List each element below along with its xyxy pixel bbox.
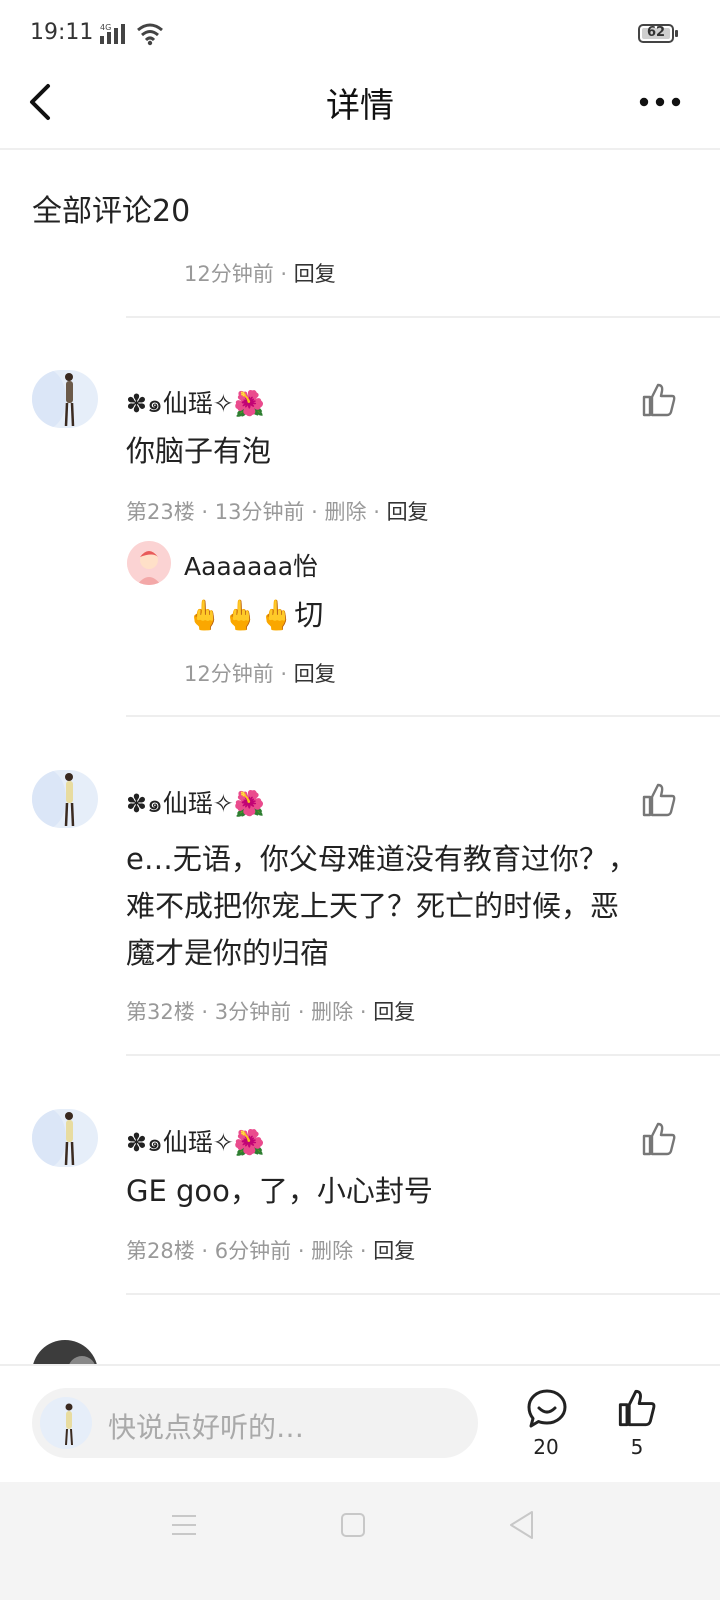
comment-divider xyxy=(126,316,720,318)
reply-time: 12分钟前 xyxy=(184,262,274,286)
reply-link[interactable]: 回复 xyxy=(373,1239,415,1263)
battery-icon: 62 xyxy=(638,24,674,43)
comment-text: GE goo，了，小心封号 xyxy=(126,1168,433,1215)
comment-time: 13分钟前 xyxy=(214,500,305,524)
menu-icon[interactable] xyxy=(171,1513,197,1541)
thumbs-up-icon xyxy=(642,783,676,817)
reply-link[interactable]: 回复 xyxy=(373,1000,415,1024)
reply-link[interactable]: 回复 xyxy=(387,500,429,524)
post-like-button[interactable] xyxy=(617,1388,657,1432)
home-square-icon[interactable] xyxy=(340,1512,366,1542)
wifi-icon xyxy=(136,22,164,50)
like-button[interactable] xyxy=(641,782,677,818)
like-count: 5 xyxy=(630,1435,644,1459)
delete-link[interactable]: 删除 xyxy=(325,500,367,524)
thumbs-up-icon xyxy=(642,1122,676,1156)
reply-link[interactable]: 回复 xyxy=(294,662,336,686)
comment-divider xyxy=(126,1054,720,1056)
comment-line: 难不成把你宠上天了？死亡的时候，恶 xyxy=(126,889,620,923)
battery-level: 62 xyxy=(646,25,666,40)
comment-time: 6分钟前 xyxy=(214,1239,292,1263)
floor-label: 第32楼 xyxy=(126,1000,195,1024)
reply-meta: 12分钟前 · 回复 xyxy=(184,662,336,686)
thumbs-up-icon xyxy=(642,383,676,417)
cellular-signal-icon: 4G xyxy=(100,22,130,50)
reply-username[interactable]: Aaaaaaa怡 xyxy=(184,547,318,583)
comment-input-placeholder[interactable]: 快说点好听的… xyxy=(108,1406,304,1446)
like-button[interactable] xyxy=(641,382,677,418)
thumbs-up-icon xyxy=(618,1389,656,1427)
bottom-bar-divider xyxy=(0,1364,720,1366)
avatar[interactable] xyxy=(32,770,98,828)
comment-text: e…无语，你父母难道没有教育过你？， 难不成把你宠上天了？死亡的时候，恶 魔才是… xyxy=(126,836,637,977)
comment-line: 你脑子有泡 xyxy=(126,434,272,468)
reply-text: 🖕🖕🖕切 xyxy=(186,598,324,632)
floor-label: 第23楼 xyxy=(126,500,195,524)
delete-link[interactable]: 删除 xyxy=(311,1000,353,1024)
my-avatar xyxy=(40,1397,92,1449)
header-divider xyxy=(0,148,720,150)
more-dots-icon xyxy=(639,97,681,107)
comment-count: 20 xyxy=(533,1435,559,1459)
comment-meta: 第23楼 · 13分钟前 · 删除 · 回复 xyxy=(126,500,429,524)
like-button[interactable] xyxy=(641,1121,677,1157)
comment-username[interactable]: ✽๑仙瑶✧🌺 xyxy=(126,1123,265,1163)
reply-link[interactable]: 回复 xyxy=(294,262,336,286)
comment-divider xyxy=(126,715,720,717)
back-triangle-icon[interactable] xyxy=(508,1510,534,1544)
comment-meta: 第32楼 · 3分钟前 · 删除 · 回复 xyxy=(126,1000,416,1024)
comment-bubble-icon xyxy=(527,1389,567,1428)
comment-count-button[interactable] xyxy=(526,1388,568,1434)
delete-link[interactable]: 删除 xyxy=(311,1239,353,1263)
comment-username[interactable]: ✽๑仙瑶✧🌺 xyxy=(126,784,265,824)
avatar[interactable] xyxy=(32,370,98,428)
comment-line: GE goo，了，小心封号 xyxy=(126,1174,433,1208)
reply-time: 12分钟前 xyxy=(184,662,274,686)
reply-avatar[interactable] xyxy=(127,541,171,585)
comment-text: 你脑子有泡 xyxy=(126,428,271,475)
comment-username[interactable]: ✽๑仙瑶✧🌺 xyxy=(126,384,265,424)
avatar[interactable] xyxy=(32,1109,98,1167)
comment-time: 3分钟前 xyxy=(214,1000,292,1024)
status-time: 19:11 xyxy=(30,20,94,45)
comment-line: e…无语，你父母难道没有教育过你？， xyxy=(126,842,637,876)
page-title: 详情 xyxy=(326,86,394,126)
comment-meta: 第28楼 · 6分钟前 · 删除 · 回复 xyxy=(126,1239,416,1263)
more-button[interactable] xyxy=(638,94,682,113)
partial-reply-meta: 12分钟前 · 回复 xyxy=(184,262,336,286)
comment-divider xyxy=(126,1293,720,1295)
comments-section-title: 全部评论20 xyxy=(32,194,191,229)
network-type: 4G xyxy=(100,23,111,32)
avatar[interactable] xyxy=(32,1340,98,1364)
comment-line: 魔才是你的归宿 xyxy=(126,936,330,970)
battery-tip xyxy=(675,30,678,37)
floor-label: 第28楼 xyxy=(126,1239,195,1263)
